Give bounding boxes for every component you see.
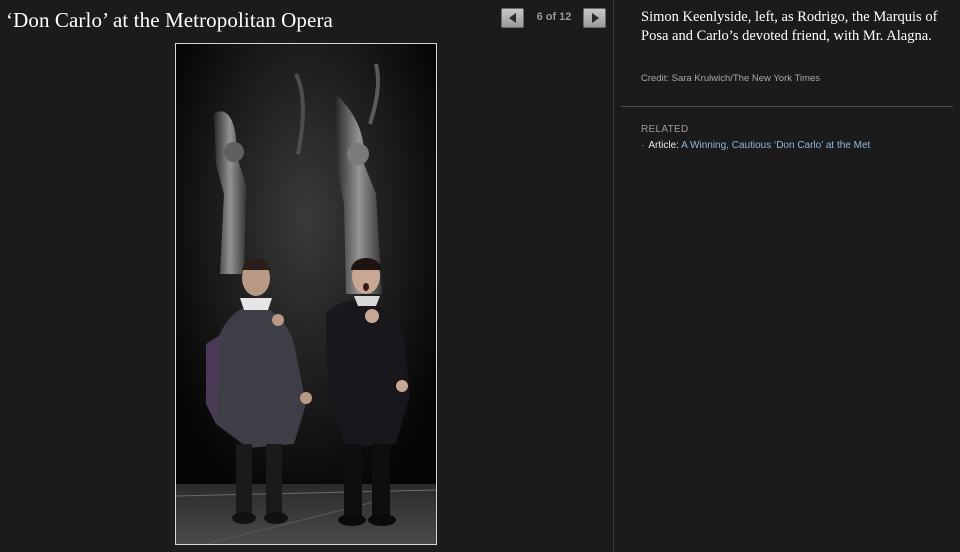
- previous-button[interactable]: [501, 8, 524, 28]
- slide-counter: 6 of 12: [536, 11, 572, 23]
- related-item: · Article: A Winning, Cautious ‘Don Carlo…: [641, 140, 870, 151]
- slideshow-page: ‘Don Carlo’ at the Metropolitan Opera 6 …: [0, 0, 960, 552]
- photo-caption: Simon Keenlyside, left, as Rodrigo, the …: [641, 9, 938, 44]
- slideshow-main: ‘Don Carlo’ at the Metropolitan Opera 6 …: [0, 0, 613, 552]
- section-divider: [621, 106, 953, 107]
- left-arrow-icon: [508, 13, 516, 23]
- related-item-type: Article:: [648, 140, 679, 151]
- slideshow-photo: [175, 43, 437, 545]
- photo-credit: Credit: Sara Krulwich/The New York Times: [641, 73, 820, 84]
- caption-panel: Simon Keenlyside, left, as Rodrigo, the …: [614, 0, 960, 552]
- next-button[interactable]: [583, 8, 606, 28]
- slideshow-title: ‘Don Carlo’ at the Metropolitan Opera: [6, 8, 333, 32]
- bullet-icon: ·: [641, 140, 645, 151]
- right-arrow-icon: [591, 13, 599, 23]
- related-article-link[interactable]: A Winning, Cautious ‘Don Carlo’ at the M…: [681, 140, 870, 151]
- related-heading: RELATED: [641, 124, 689, 135]
- slideshow-nav: 6 of 12: [500, 8, 607, 28]
